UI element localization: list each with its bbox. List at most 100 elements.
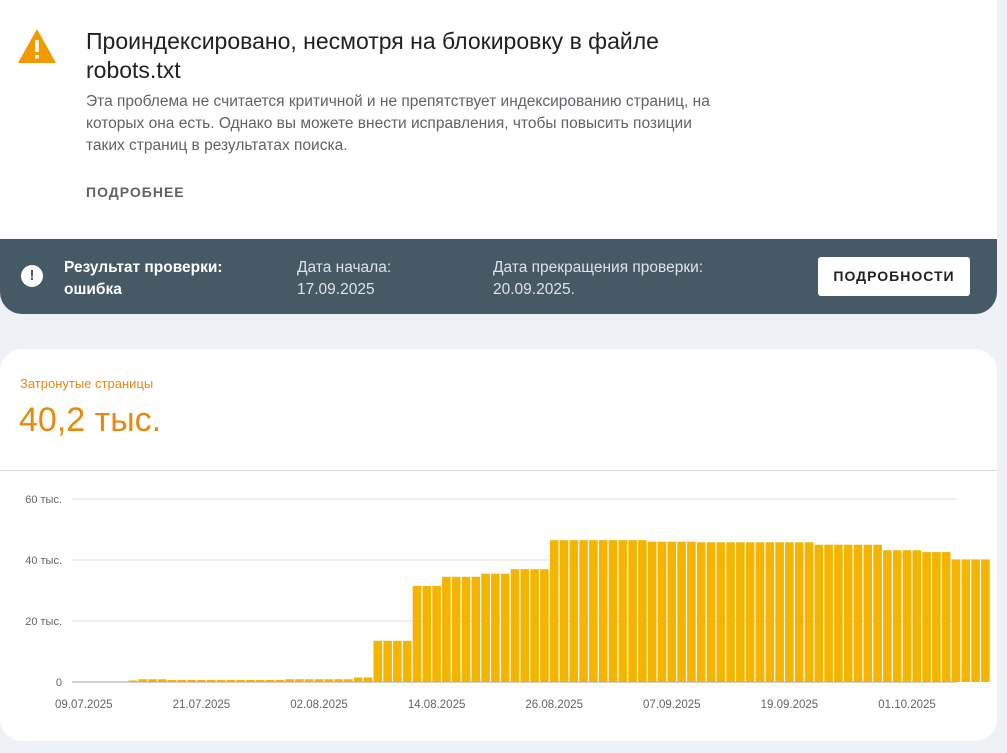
- chart-bar[interactable]: [510, 569, 520, 682]
- chart-bar[interactable]: [481, 573, 490, 682]
- chart-bar[interactable]: [883, 550, 892, 682]
- chart-bar[interactable]: [755, 542, 765, 682]
- chart-bar[interactable]: [716, 542, 726, 682]
- chart-bar[interactable]: [442, 576, 451, 682]
- chart-bar[interactable]: [549, 540, 559, 682]
- chart-bar[interactable]: [236, 679, 245, 682]
- warning-triangle-icon: [18, 29, 56, 63]
- chart-bar[interactable]: [579, 540, 588, 682]
- x-tick-label: 09.07.2025: [55, 699, 113, 711]
- chart-bar[interactable]: [295, 679, 304, 682]
- chart-bar[interactable]: [402, 640, 412, 682]
- details-button[interactable]: ПОДРОБНОСТИ: [818, 257, 970, 296]
- learn-more-link[interactable]: ПОДРОБНЕЕ: [86, 184, 185, 200]
- chart-bar[interactable]: [540, 569, 549, 682]
- validation-start-date: Дата начала: 17.09.2025: [297, 259, 392, 298]
- chart-bar[interactable]: [128, 680, 138, 682]
- chart-bar[interactable]: [177, 679, 187, 682]
- chart-bar[interactable]: [941, 552, 951, 682]
- chart-bar[interactable]: [971, 559, 980, 682]
- issue-description: Эта проблема не считается критичной и не…: [86, 93, 710, 154]
- chart-bar[interactable]: [226, 679, 236, 682]
- chart-bar[interactable]: [500, 573, 510, 682]
- chart-bar[interactable]: [677, 541, 686, 682]
- chart-bar[interactable]: [853, 544, 863, 682]
- chart-bar[interactable]: [726, 542, 735, 682]
- chart-bar[interactable]: [265, 679, 275, 682]
- chart-bar[interactable]: [167, 679, 177, 682]
- y-tick-label: 60 тыс.: [25, 494, 62, 506]
- chart-bar[interactable]: [520, 569, 530, 682]
- chart-bar[interactable]: [255, 679, 265, 682]
- chart-bar[interactable]: [951, 559, 961, 682]
- chart-bar[interactable]: [461, 576, 471, 682]
- chart-bar[interactable]: [246, 679, 255, 682]
- chart-bar[interactable]: [667, 541, 677, 682]
- chart-bar[interactable]: [647, 541, 657, 682]
- chart-bar[interactable]: [736, 542, 745, 682]
- chart-bar[interactable]: [138, 679, 147, 682]
- chart-bar[interactable]: [794, 542, 804, 682]
- chart-bar[interactable]: [981, 559, 990, 682]
- chart-bar[interactable]: [863, 544, 873, 682]
- chart-bar[interactable]: [912, 550, 922, 682]
- affected-pages-card: Затронутые страницы 40,2 тыс. 0 20 тыс. 40…: [0, 349, 997, 741]
- chart-bar[interactable]: [775, 542, 784, 682]
- chart-bar[interactable]: [569, 540, 579, 682]
- chart-bar[interactable]: [314, 679, 324, 682]
- chart-bar[interactable]: [422, 585, 432, 682]
- chart-bar[interactable]: [834, 544, 843, 682]
- chart-bar[interactable]: [334, 679, 343, 682]
- issue-card: Проиндексировано, несмотря на блокировку…: [0, 0, 997, 314]
- chart-bar[interactable]: [608, 540, 618, 682]
- chart-bar[interactable]: [344, 679, 353, 682]
- chart-bar[interactable]: [353, 677, 363, 682]
- chart-bar[interactable]: [745, 542, 755, 682]
- chart-bar[interactable]: [451, 576, 461, 682]
- chart-bar[interactable]: [216, 679, 226, 682]
- chart-bar[interactable]: [932, 552, 941, 682]
- y-tick-label: 40 тыс.: [25, 555, 62, 567]
- chart-bar[interactable]: [491, 573, 500, 682]
- chart-bar[interactable]: [922, 552, 931, 682]
- chart-bar[interactable]: [324, 679, 334, 682]
- chart-bar[interactable]: [432, 585, 441, 682]
- chart-bar[interactable]: [687, 541, 696, 682]
- chart-bar[interactable]: [598, 540, 608, 682]
- chart-bar[interactable]: [285, 679, 294, 682]
- chart-bar[interactable]: [187, 679, 196, 682]
- chart-bar[interactable]: [559, 540, 569, 682]
- chart-bar[interactable]: [393, 640, 402, 682]
- chart-bar[interactable]: [471, 576, 481, 682]
- chart-bar[interactable]: [275, 679, 285, 682]
- chart-bar[interactable]: [148, 679, 157, 682]
- chart-bar[interactable]: [383, 640, 392, 682]
- chart-bar[interactable]: [657, 541, 667, 682]
- chart-bar[interactable]: [814, 544, 824, 682]
- chart-bar[interactable]: [304, 679, 314, 682]
- chart-bar[interactable]: [197, 679, 206, 682]
- chart-bar[interactable]: [589, 540, 598, 682]
- error-circle-icon: !: [21, 265, 43, 287]
- chart-bar[interactable]: [824, 544, 833, 682]
- chart-bar[interactable]: [638, 540, 647, 682]
- chart-bar[interactable]: [961, 559, 971, 682]
- chart-bar[interactable]: [363, 677, 373, 682]
- chart-bar[interactable]: [804, 542, 814, 682]
- chart-bar[interactable]: [765, 542, 775, 682]
- validation-result: Результат проверки: ошибка: [64, 259, 223, 298]
- chart-bar[interactable]: [706, 542, 716, 682]
- chart-bar[interactable]: [892, 550, 902, 682]
- chart-bar[interactable]: [530, 569, 539, 682]
- chart-bar[interactable]: [412, 585, 422, 682]
- chart-bar[interactable]: [696, 542, 706, 682]
- chart-bar[interactable]: [902, 550, 912, 682]
- chart-bar[interactable]: [373, 640, 383, 682]
- chart-bar[interactable]: [873, 544, 882, 682]
- chart-bar[interactable]: [785, 542, 794, 682]
- chart-bar[interactable]: [206, 679, 216, 682]
- chart-bar[interactable]: [628, 540, 637, 682]
- chart-bar[interactable]: [157, 679, 167, 682]
- chart-bar[interactable]: [843, 544, 853, 682]
- chart-bar[interactable]: [618, 540, 628, 682]
